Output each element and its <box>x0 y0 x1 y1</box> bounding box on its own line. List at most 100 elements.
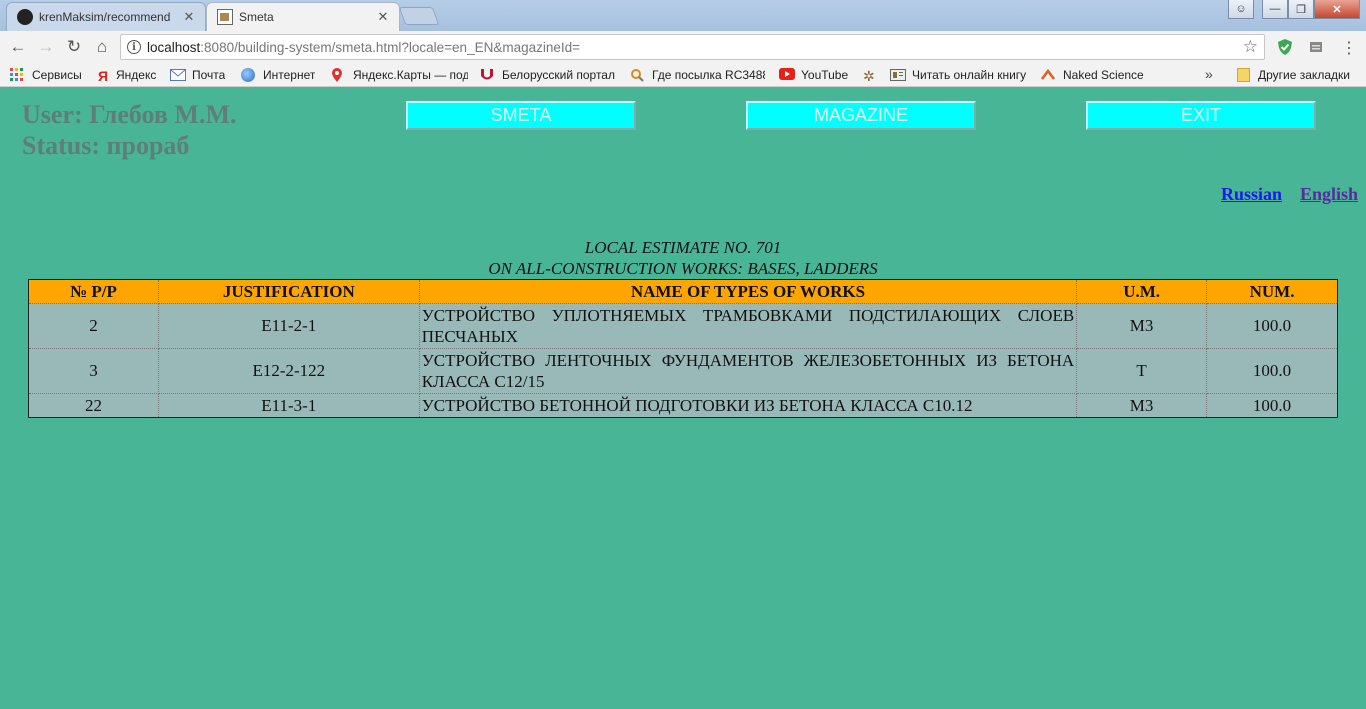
bookmarks-bar: Сервисы Я Яндекс Почта Интернет Яндекс.К… <box>0 63 1366 87</box>
cell-name: УСТРОЙСТВО ЛЕНТОЧНЫХ ФУНДАМЕНТОВ ЖЕЛЕЗОБ… <box>418 348 1078 394</box>
profile-icon[interactable]: ☺ <box>1228 0 1254 19</box>
bookmark-unnamed[interactable]: ✲ <box>863 67 885 83</box>
smeta-button[interactable]: SMETA <box>406 101 636 130</box>
yandex-icon: Я <box>98 68 109 83</box>
estimate-subtitle: ON ALL-CONSTRUCTION WORKS: BASES, LADDER… <box>488 259 878 278</box>
cell-quantity: 100.0 <box>1206 348 1338 394</box>
column-header-unit: U.M. <box>1076 279 1208 304</box>
column-header-justification: JUSTIFICATION <box>157 279 420 304</box>
tab-title: Smeta <box>239 10 274 24</box>
bookmark-label: Интернет <box>263 68 316 82</box>
globe-icon <box>241 68 255 82</box>
user-info: User: Глебов М.М. Status: прораб <box>22 99 237 161</box>
bookmark-label: Сервисы <box>32 68 82 82</box>
exit-button[interactable]: EXIT <box>1086 101 1316 130</box>
bookmark-parcel[interactable]: Где посылка RC3488 <box>630 67 765 83</box>
bookmark-youtube[interactable]: YouTube <box>779 67 848 83</box>
book-icon <box>890 68 906 82</box>
url-path: :8080/building-system/smeta.html?locale=… <box>200 39 581 55</box>
star-icon[interactable]: ☆ <box>1243 37 1258 57</box>
column-header-num: № P/P <box>28 279 159 304</box>
bookmark-label: Яндекс.Карты — под <box>353 68 468 82</box>
back-button[interactable]: ← <box>7 36 29 58</box>
user-name: User: Глебов М.М. <box>22 100 237 129</box>
close-tab-icon[interactable]: ✕ <box>181 9 197 25</box>
forward-button[interactable]: → <box>35 36 57 58</box>
github-icon <box>17 9 33 25</box>
address-bar[interactable]: i localhost:8080/building-system/smeta.h… <box>120 34 1265 60</box>
search-parcel-icon <box>630 68 644 82</box>
extension-icon[interactable] <box>1307 38 1325 56</box>
tab-github[interactable]: krenMaksim/recommend ✕ <box>6 2 206 31</box>
url-host: localhost <box>147 39 201 55</box>
magazine-button[interactable]: MAGAZINE <box>746 101 976 130</box>
cell-num: 3 <box>28 348 159 394</box>
column-header-name: NAME OF TYPES OF WORKS <box>418 279 1078 304</box>
document-icon <box>217 9 233 25</box>
column-header-quantity: NUM. <box>1206 279 1338 304</box>
bookmark-read-online[interactable]: Читать онлайн книгу <box>890 67 1027 83</box>
russian-language-link[interactable]: Russian <box>1221 184 1282 205</box>
menu-icon[interactable]: ⋮ <box>1340 38 1358 57</box>
cell-justification: E11-2-1 <box>157 303 420 349</box>
bookmark-label: Где посылка RC3488 <box>652 68 765 82</box>
works-table: № P/P JUSTIFICATION NAME OF TYPES OF WOR… <box>28 279 1338 418</box>
estimate-title: LOCAL ESTIMATE NO. 701 ON ALL-CONSTRUCTI… <box>0 237 1366 279</box>
bookmark-label: YouTube <box>801 68 849 82</box>
estimate-number: LOCAL ESTIMATE NO. 701 <box>584 238 782 257</box>
tab-strip: krenMaksim/recommend ✕ Smeta ✕ ☺ — ❐ ✕ <box>0 0 1366 31</box>
other-bookmarks[interactable]: Другие закладки <box>1237 67 1350 83</box>
bookmarks-more-button[interactable]: » <box>1205 66 1213 82</box>
new-tab-button[interactable] <box>398 7 440 25</box>
english-language-link[interactable]: English <box>1300 184 1358 205</box>
cell-unit: Т <box>1076 348 1208 394</box>
home-button[interactable]: ⌂ <box>91 36 113 58</box>
bookmark-yandex[interactable]: Я Яндекс <box>98 67 156 83</box>
table-row[interactable]: 2 E11-2-1 УСТРОЙСТВО УПЛОТНЯЕМЫХ ТРАМБОВ… <box>28 303 1338 349</box>
table-row[interactable]: 22 E11-3-1 УСТРОЙСТВО БЕТОННОЙ ПОДГОТОВК… <box>28 393 1338 418</box>
bookmark-label: Другие закладки <box>1258 68 1350 82</box>
minimize-button[interactable]: — <box>1262 0 1288 19</box>
shield-icon[interactable] <box>1276 38 1294 56</box>
close-tab-icon[interactable]: ✕ <box>375 9 391 25</box>
cell-num: 22 <box>28 393 159 418</box>
maximize-button[interactable]: ❐ <box>1288 0 1314 19</box>
bookmark-label: Яндекс <box>116 68 157 82</box>
bookmark-yandex-maps[interactable]: Яндекс.Карты — под <box>331 67 468 83</box>
naked-science-icon <box>1041 68 1055 82</box>
table-row[interactable]: 3 E12-2-122 УСТРОЙСТВО ЛЕНТОЧНЫХ ФУНДАМЕ… <box>28 348 1338 394</box>
bookmark-label: Naked Science <box>1063 68 1144 82</box>
table-header-row: № P/P JUSTIFICATION NAME OF TYPES OF WOR… <box>28 279 1338 304</box>
folder-icon <box>1237 68 1250 82</box>
cell-justification: E12-2-122 <box>157 348 420 394</box>
cell-name: УСТРОЙСТВО БЕТОННОЙ ПОДГОТОВКИ ИЗ БЕТОНА… <box>418 393 1078 418</box>
cell-num: 2 <box>28 303 159 349</box>
cell-quantity: 100.0 <box>1206 393 1338 418</box>
cell-name: УСТРОЙСТВО УПЛОТНЯЕМЫХ ТРАМБОВКАМИ ПОДСТ… <box>418 303 1078 349</box>
bookmark-mail[interactable]: Почта <box>170 67 225 83</box>
mail-icon <box>170 68 186 82</box>
cell-justification: E11-3-1 <box>157 393 420 418</box>
bookmark-belarus-portal[interactable]: Белорусский портал <box>480 67 615 83</box>
bookmark-label: Почта <box>192 68 226 82</box>
tab-smeta[interactable]: Smeta ✕ <box>206 2 400 31</box>
portal-icon <box>480 68 494 82</box>
apps-icon <box>10 68 24 82</box>
youtube-icon <box>779 68 795 82</box>
tab-title: krenMaksim/recommend <box>39 10 171 24</box>
cell-unit: М3 <box>1076 393 1208 418</box>
bookmark-label: Белорусский портал <box>502 68 615 82</box>
map-pin-icon <box>331 68 345 82</box>
bookmark-label: Читать онлайн книгу <box>912 68 1027 82</box>
bookmark-services[interactable]: Сервисы <box>10 67 82 83</box>
reload-button[interactable]: ↻ <box>63 36 85 58</box>
cell-quantity: 100.0 <box>1206 303 1338 349</box>
user-status: Status: прораб <box>22 131 190 160</box>
emblem-icon: ✲ <box>863 68 875 83</box>
cell-unit: М3 <box>1076 303 1208 349</box>
browser-toolbar: ← → ↻ ⌂ i localhost:8080/building-system… <box>0 31 1366 63</box>
bookmark-internet[interactable]: Интернет <box>241 67 315 83</box>
bookmark-naked-science[interactable]: Naked Science <box>1041 67 1144 83</box>
info-icon[interactable]: i <box>127 40 141 54</box>
close-window-button[interactable]: ✕ <box>1314 0 1360 19</box>
